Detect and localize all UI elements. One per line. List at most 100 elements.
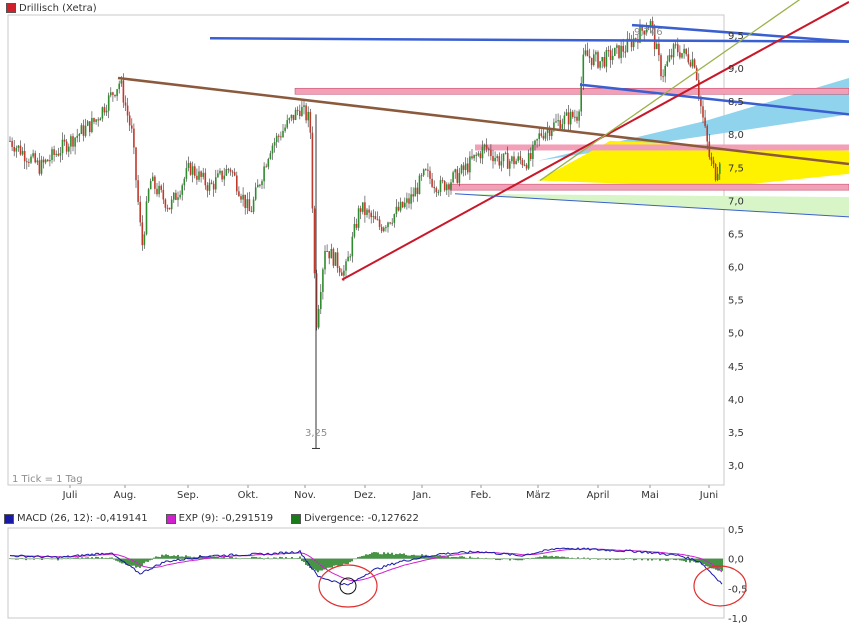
candle-body: [366, 209, 368, 215]
macd-divergence-bar: [335, 558, 337, 566]
candle-body: [19, 145, 22, 155]
macd-divergence-bar: [493, 558, 495, 559]
candle-body: [664, 66, 666, 77]
candle-body: [362, 202, 364, 212]
candle-body: [517, 156, 519, 161]
candle-body: [11, 141, 13, 147]
candle-body: [30, 156, 32, 163]
candle-body: [412, 194, 414, 197]
candle-body: [485, 144, 488, 149]
macd-divergence-bar: [675, 558, 677, 561]
candle-body: [494, 157, 496, 162]
macd-divergence-bar: [245, 558, 247, 559]
candle-body: [303, 105, 305, 107]
candle-body: [65, 141, 68, 152]
candle-body: [311, 132, 314, 209]
macd-divergence-bar: [403, 553, 405, 559]
candle-body: [355, 223, 358, 228]
candle-body: [101, 107, 104, 119]
candle-body: [61, 139, 64, 154]
macd-divergence-bar: [387, 552, 389, 559]
macd-divergence-bar: [653, 558, 655, 560]
candle-body: [656, 43, 658, 50]
candle-body: [126, 105, 129, 116]
macd-divergence-bar: [297, 557, 299, 559]
candle-body: [635, 38, 637, 40]
macd-divergence-bar: [483, 558, 485, 560]
macd-divergence-bar: [39, 558, 41, 560]
macd-divergence-bar: [75, 557, 77, 559]
candle-body: [44, 159, 47, 163]
macd-divergence-bar: [515, 558, 517, 561]
candle-body: [490, 149, 492, 157]
macd-divergence-bar: [485, 557, 487, 559]
candle-body: [124, 102, 127, 106]
macd-divergence-bar: [461, 556, 463, 559]
macd-divergence-bar: [177, 554, 179, 559]
candle-body: [555, 121, 557, 123]
y-tick-label: 5,5: [728, 296, 744, 307]
macd-divergence-bar: [363, 555, 365, 559]
macd-divergence-bar: [267, 557, 269, 559]
candle-body: [359, 208, 362, 212]
macd-divergence-bar: [683, 558, 685, 562]
candle-body: [431, 178, 433, 187]
candle-body: [78, 133, 81, 136]
candle-body: [28, 161, 30, 163]
macd-divergence-bar: [349, 558, 351, 563]
y-tick-label: 7,0: [728, 196, 744, 207]
candle-body: [595, 52, 597, 55]
macd-divergence-bar: [555, 556, 557, 559]
macd-divergence-bar: [37, 558, 39, 559]
candle-body: [702, 106, 704, 118]
candle-body: [341, 272, 343, 276]
candle-body: [86, 121, 89, 126]
candle-body: [536, 139, 538, 141]
candle-body: [716, 173, 719, 181]
candle-body: [183, 178, 186, 186]
candle-body: [515, 160, 517, 165]
macd-divergence-bar: [231, 556, 233, 559]
macd-divergence-bar: [549, 556, 551, 559]
y-tick-label: 8,5: [728, 97, 744, 108]
macd-divergence-bar: [573, 558, 575, 559]
macd-divergence-bar: [265, 558, 267, 559]
candle-body: [668, 55, 671, 62]
macd-divergence-bar: [33, 558, 35, 560]
macd-divergence-bar: [285, 557, 287, 559]
macd-divergence-bar: [81, 557, 83, 559]
candle-body: [677, 44, 679, 53]
candle-body: [685, 48, 687, 55]
candle-body: [326, 250, 328, 252]
candle-body: [301, 106, 303, 117]
macd-divergence-bar: [229, 556, 231, 559]
macd-divergence-bar: [597, 558, 599, 560]
candle-body: [714, 164, 717, 181]
macd-divergence-bar: [491, 558, 493, 560]
macd-divergence-bar: [523, 558, 525, 560]
macd-divergence-bar: [225, 558, 227, 559]
macd-divergence-bar: [383, 552, 385, 559]
candle-body: [712, 160, 715, 165]
candle-body: [154, 176, 156, 189]
candle-body: [187, 162, 190, 169]
macd-divergence-bar: [471, 557, 473, 559]
candle-body: [399, 201, 402, 211]
macd-divergence-bar: [223, 556, 225, 559]
macd-divergence-bar: [543, 555, 545, 559]
macd-divergence-bar: [145, 558, 147, 562]
macd-divergence-bar: [63, 558, 65, 559]
macd-divergence-bar: [629, 558, 631, 559]
candle-body: [221, 170, 223, 180]
macd-divergence-bar: [25, 558, 27, 561]
x-tick-label: Sep.: [177, 490, 199, 501]
macd-divergence-bar: [449, 557, 451, 559]
macd-divergence-bar: [303, 558, 305, 563]
candle-body: [681, 53, 683, 58]
candle-body: [292, 114, 295, 120]
candle-body: [72, 136, 74, 147]
candle-body: [439, 180, 442, 193]
candle-body: [433, 186, 435, 189]
candle-body: [364, 202, 366, 215]
x-tick-label: Jan.: [412, 490, 432, 501]
